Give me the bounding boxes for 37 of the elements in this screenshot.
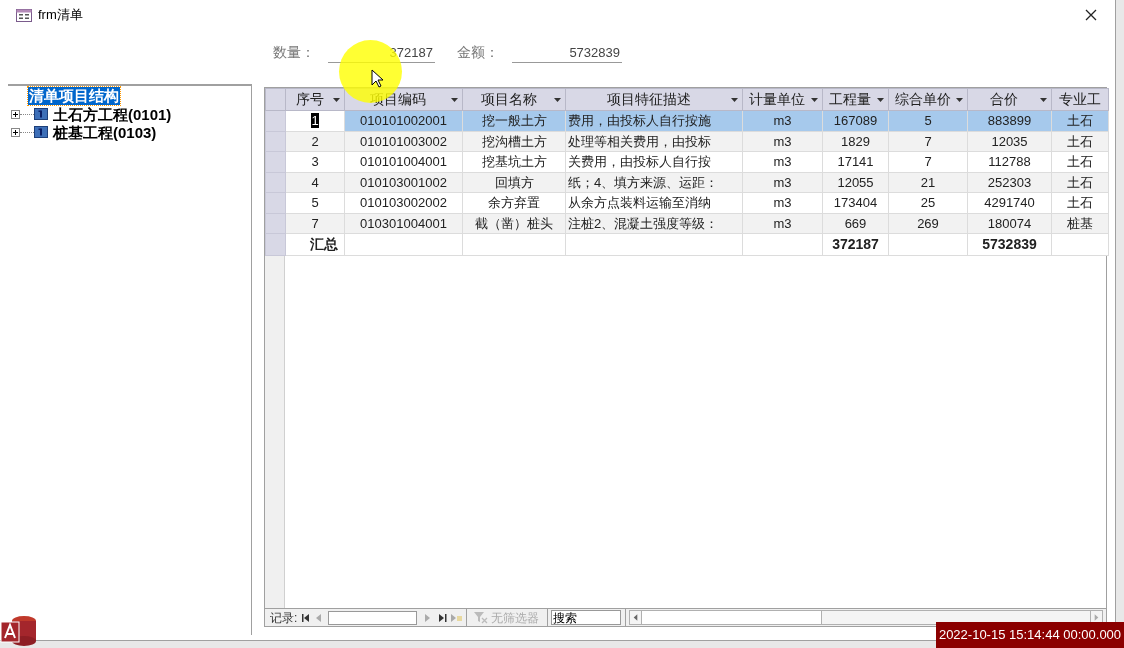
form-icon	[16, 8, 32, 22]
column-header[interactable]: 项目特征描述	[565, 88, 743, 111]
first-record-icon[interactable]	[302, 613, 311, 622]
column-header[interactable]: 合价	[967, 88, 1052, 111]
summary-label: 数量：	[273, 43, 316, 62]
dropdown-arrow-icon[interactable]	[731, 97, 738, 102]
column-header[interactable]: 项目名称	[462, 88, 566, 111]
dropdown-arrow-icon[interactable]	[333, 97, 340, 102]
tree-node-label[interactable]: 桩基工程(0103)	[53, 123, 157, 141]
close-icon[interactable]	[1085, 9, 1097, 21]
dropdown-arrow-icon[interactable]	[554, 97, 561, 102]
record-label: 记录:	[269, 609, 299, 627]
dropdown-arrow-icon[interactable]	[1040, 97, 1047, 102]
window-title: frm清单	[38, 6, 83, 25]
expand-icon[interactable]	[11, 127, 20, 137]
tree-node-label[interactable]: 土石方工程(0101)	[53, 105, 172, 123]
dropdown-arrow-icon[interactable]	[811, 97, 818, 102]
column-header[interactable]: 序号	[285, 88, 345, 111]
mouse-pointer-icon	[371, 69, 384, 88]
summary-field[interactable]: 5732839	[512, 42, 622, 63]
dropdown-arrow-icon[interactable]	[956, 97, 963, 102]
horizontal-scrollbar[interactable]	[629, 610, 1103, 625]
tree-root-label[interactable]: 清单项目结构	[28, 87, 120, 105]
expand-icon[interactable]	[11, 109, 20, 119]
column-header[interactable]: 计量单位	[742, 88, 823, 111]
search-field[interactable]: 搜索	[551, 610, 622, 625]
record-number-field[interactable]	[328, 610, 418, 625]
node-icon	[34, 108, 48, 120]
last-record-icon[interactable]	[439, 613, 448, 622]
dropdown-arrow-icon[interactable]	[877, 97, 884, 102]
column-header[interactable]: 综合单价	[888, 88, 968, 111]
summary-label: 金额：	[457, 43, 500, 62]
dropdown-arrow-icon[interactable]	[451, 97, 458, 102]
node-icon	[34, 126, 48, 138]
timestamp-overlay: 2022-10-15 15:14:44 00:00.000	[936, 622, 1124, 648]
column-header[interactable]: 工程量	[822, 88, 889, 111]
column-header[interactable]: 专业工	[1051, 88, 1109, 111]
